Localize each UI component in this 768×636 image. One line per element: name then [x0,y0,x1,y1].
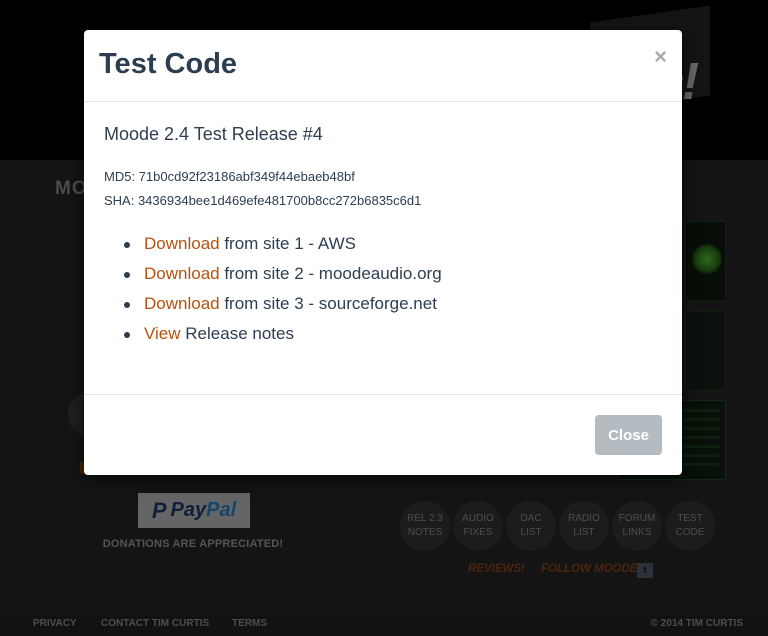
list-item-text: from site 3 - sourceforge.net [219,294,437,313]
md5-hash: MD5: 71b0cd92f23186abf349f44ebaeb48bf [104,169,355,184]
modal-header: Test Code × [84,30,682,102]
list-item: Download from site 2 - moodeaudio.org [124,259,664,289]
list-item-text: from site 2 - moodeaudio.org [219,264,442,283]
list-item: Download from site 3 - sourceforge.net [124,289,664,319]
download-list: Download from site 1 - AWS Download from… [104,229,664,349]
list-item-text: Release notes [180,324,294,343]
list-item: Download from site 1 - AWS [124,229,664,259]
test-code-modal: Test Code × Moode 2.4 Test Release #4 MD… [84,30,682,475]
sha-hash: SHA: 3436934bee1d469efe481700b8cc272b683… [104,193,422,208]
modal-body: Moode 2.4 Test Release #4 MD5: 71b0cd92f… [104,124,664,349]
modal-footer: Close [84,394,682,475]
download-sourceforge-link[interactable]: Download [144,294,220,313]
close-icon[interactable]: × [654,44,667,70]
list-item-text: from site 1 - AWS [219,234,356,253]
download-aws-link[interactable]: Download [144,234,220,253]
list-item: View Release notes [124,319,664,349]
close-button[interactable]: Close [595,415,662,455]
download-moodeaudio-link[interactable]: Download [144,264,220,283]
view-release-notes-link[interactable]: View [144,324,181,343]
modal-title: Test Code [99,48,238,80]
release-title: Moode 2.4 Test Release #4 [104,124,323,144]
